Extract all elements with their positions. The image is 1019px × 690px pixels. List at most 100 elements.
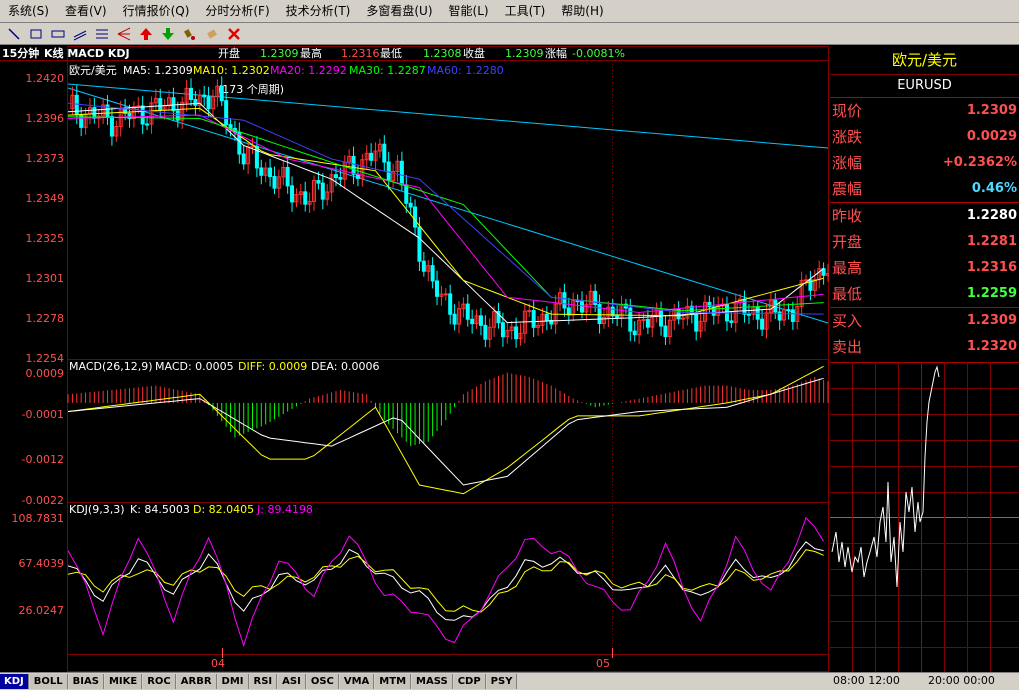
kline-chart[interactable]: 15分钟 K线 MACD KDJ 开盘 1.2309 最高 1.2316 最低 … bbox=[0, 46, 829, 672]
quote-value: 1.2309 bbox=[966, 103, 1017, 118]
rectangle-alt-icon[interactable] bbox=[48, 25, 68, 43]
tab-arbr[interactable]: ARBR bbox=[176, 674, 217, 689]
candle-body bbox=[404, 184, 409, 204]
quote-label: 涨跌 bbox=[832, 128, 863, 146]
menu-tools[interactable]: 工具(T) bbox=[497, 0, 554, 22]
candle-body bbox=[193, 99, 198, 106]
tick-price-line bbox=[831, 365, 940, 588]
tab-bias[interactable]: BIAS bbox=[68, 674, 104, 689]
tab-roc[interactable]: ROC bbox=[143, 674, 176, 689]
tab-mass[interactable]: MASS bbox=[412, 674, 453, 689]
candle-body bbox=[250, 145, 255, 148]
tab-rsi[interactable]: RSI bbox=[249, 674, 278, 689]
macd-legend-name: MACD(26,12,9) bbox=[69, 360, 153, 373]
candle-body bbox=[158, 98, 163, 111]
candle-body bbox=[562, 292, 567, 309]
kdj-axis: 108.7831 67.4039 26.0247 bbox=[12, 512, 65, 617]
channel-icon[interactable] bbox=[70, 25, 90, 43]
macd-legend-diff: DIFF: 0.0009 bbox=[238, 360, 307, 373]
candle-body bbox=[421, 260, 426, 272]
quote-value: 1.2320 bbox=[966, 339, 1017, 354]
macd-tick-label: -0.0012 bbox=[22, 453, 64, 466]
quote-row-change: 涨跌 0.0029 bbox=[830, 124, 1019, 150]
menu-view[interactable]: 查看(V) bbox=[57, 0, 115, 22]
candle-body bbox=[140, 105, 145, 125]
tab-boll[interactable]: BOLL bbox=[29, 674, 68, 689]
candle-body bbox=[659, 308, 664, 327]
quote-label: 最低 bbox=[832, 285, 863, 303]
candle-body bbox=[729, 320, 734, 323]
quote-row-high: 最高 1.2316 bbox=[830, 255, 1019, 281]
quote-row-last: 现价 1.2309 bbox=[830, 98, 1019, 124]
menu-intraday[interactable]: 分时分析(F) bbox=[197, 0, 277, 22]
tab-dmi[interactable]: DMI bbox=[217, 674, 249, 689]
quote-value: +0.2362% bbox=[942, 155, 1017, 170]
candle-body bbox=[386, 161, 391, 182]
candle-body bbox=[219, 85, 224, 102]
up-arrow-icon[interactable] bbox=[136, 25, 156, 43]
kdj-legend-d: D: 82.0405 bbox=[193, 503, 254, 516]
fan-icon[interactable] bbox=[114, 25, 134, 43]
open-label: 开盘 bbox=[218, 46, 240, 60]
quote-row-open: 开盘 1.2281 bbox=[830, 229, 1019, 255]
tab-mtm[interactable]: MTM bbox=[375, 674, 412, 689]
candle-body bbox=[189, 87, 194, 101]
ma-line-ma60 bbox=[67, 102, 824, 315]
line-draw-icon[interactable] bbox=[4, 25, 24, 43]
candle-body bbox=[531, 310, 536, 328]
candle-body bbox=[632, 330, 637, 336]
menu-quotes[interactable]: 行情报价(Q) bbox=[115, 0, 198, 22]
menu-technical[interactable]: 技术分析(T) bbox=[278, 0, 359, 22]
period-count-annotation: (173 个周期) bbox=[218, 83, 284, 96]
quote-label: 卖出 bbox=[832, 338, 863, 356]
candle-body bbox=[527, 310, 532, 313]
menu-smart[interactable]: 智能(L) bbox=[441, 0, 497, 22]
price-tick-label: 1.2420 bbox=[26, 72, 65, 85]
tab-osc[interactable]: OSC bbox=[306, 674, 339, 689]
ma-line-ma30 bbox=[67, 116, 824, 312]
close-value: 1.2309 bbox=[505, 47, 544, 60]
ma-line-ma20 bbox=[67, 114, 824, 314]
fibonacci-icon[interactable] bbox=[92, 25, 112, 43]
tab-psy[interactable]: PSY bbox=[486, 674, 518, 689]
candle-body bbox=[316, 179, 321, 184]
low-label: 最低 bbox=[380, 47, 402, 60]
macd-legend-dea: DEA: 0.0006 bbox=[311, 360, 379, 373]
indicator-list: K线 MACD KDJ bbox=[44, 46, 130, 60]
quote-value: 1.2316 bbox=[966, 260, 1017, 275]
candle-body bbox=[351, 155, 356, 175]
macd-panel bbox=[67, 365, 829, 495]
tab-mike[interactable]: MIKE bbox=[104, 674, 143, 689]
ma-line-ma10 bbox=[67, 107, 824, 317]
tab-asi[interactable]: ASI bbox=[278, 674, 306, 689]
quote-value: 0.0029 bbox=[966, 129, 1017, 144]
candle-body bbox=[272, 175, 277, 189]
menu-help[interactable]: 帮助(H) bbox=[553, 0, 611, 22]
kdj-tick-label: 67.4039 bbox=[19, 557, 65, 570]
menu-system[interactable]: 系统(S) bbox=[0, 0, 57, 22]
period-label: 15分钟 bbox=[2, 46, 39, 60]
tab-vma[interactable]: VMA bbox=[339, 674, 375, 689]
candle-body bbox=[338, 176, 343, 180]
tab-kdj[interactable]: KDJ bbox=[0, 674, 29, 689]
candle-body bbox=[448, 293, 453, 315]
eraser-icon[interactable] bbox=[202, 25, 222, 43]
candle-body bbox=[443, 293, 448, 296]
candle-body bbox=[303, 191, 308, 205]
brush-icon[interactable] bbox=[180, 25, 200, 43]
tab-cdp[interactable]: CDP bbox=[453, 674, 486, 689]
down-arrow-icon[interactable] bbox=[158, 25, 178, 43]
candle-body bbox=[206, 96, 211, 110]
quote-label: 涨幅 bbox=[832, 154, 863, 172]
kline-chart-area[interactable]: 15分钟 K线 MACD KDJ 开盘 1.2309 最高 1.2316 最低 … bbox=[0, 46, 829, 672]
quote-row-bid: 买入 1.2309 bbox=[830, 308, 1019, 334]
delete-icon[interactable] bbox=[224, 25, 244, 43]
menu-multiwindow[interactable]: 多窗看盘(U) bbox=[358, 0, 440, 22]
intraday-tick-chart[interactable] bbox=[830, 362, 1019, 672]
quote-value: 1.2281 bbox=[966, 234, 1017, 249]
rectangle-icon[interactable] bbox=[26, 25, 46, 43]
tick-grid bbox=[830, 362, 1019, 672]
quote-row-prev-close: 昨收 1.2280 bbox=[830, 203, 1019, 229]
macd-line-diff bbox=[67, 365, 824, 495]
candle-body bbox=[202, 94, 207, 98]
